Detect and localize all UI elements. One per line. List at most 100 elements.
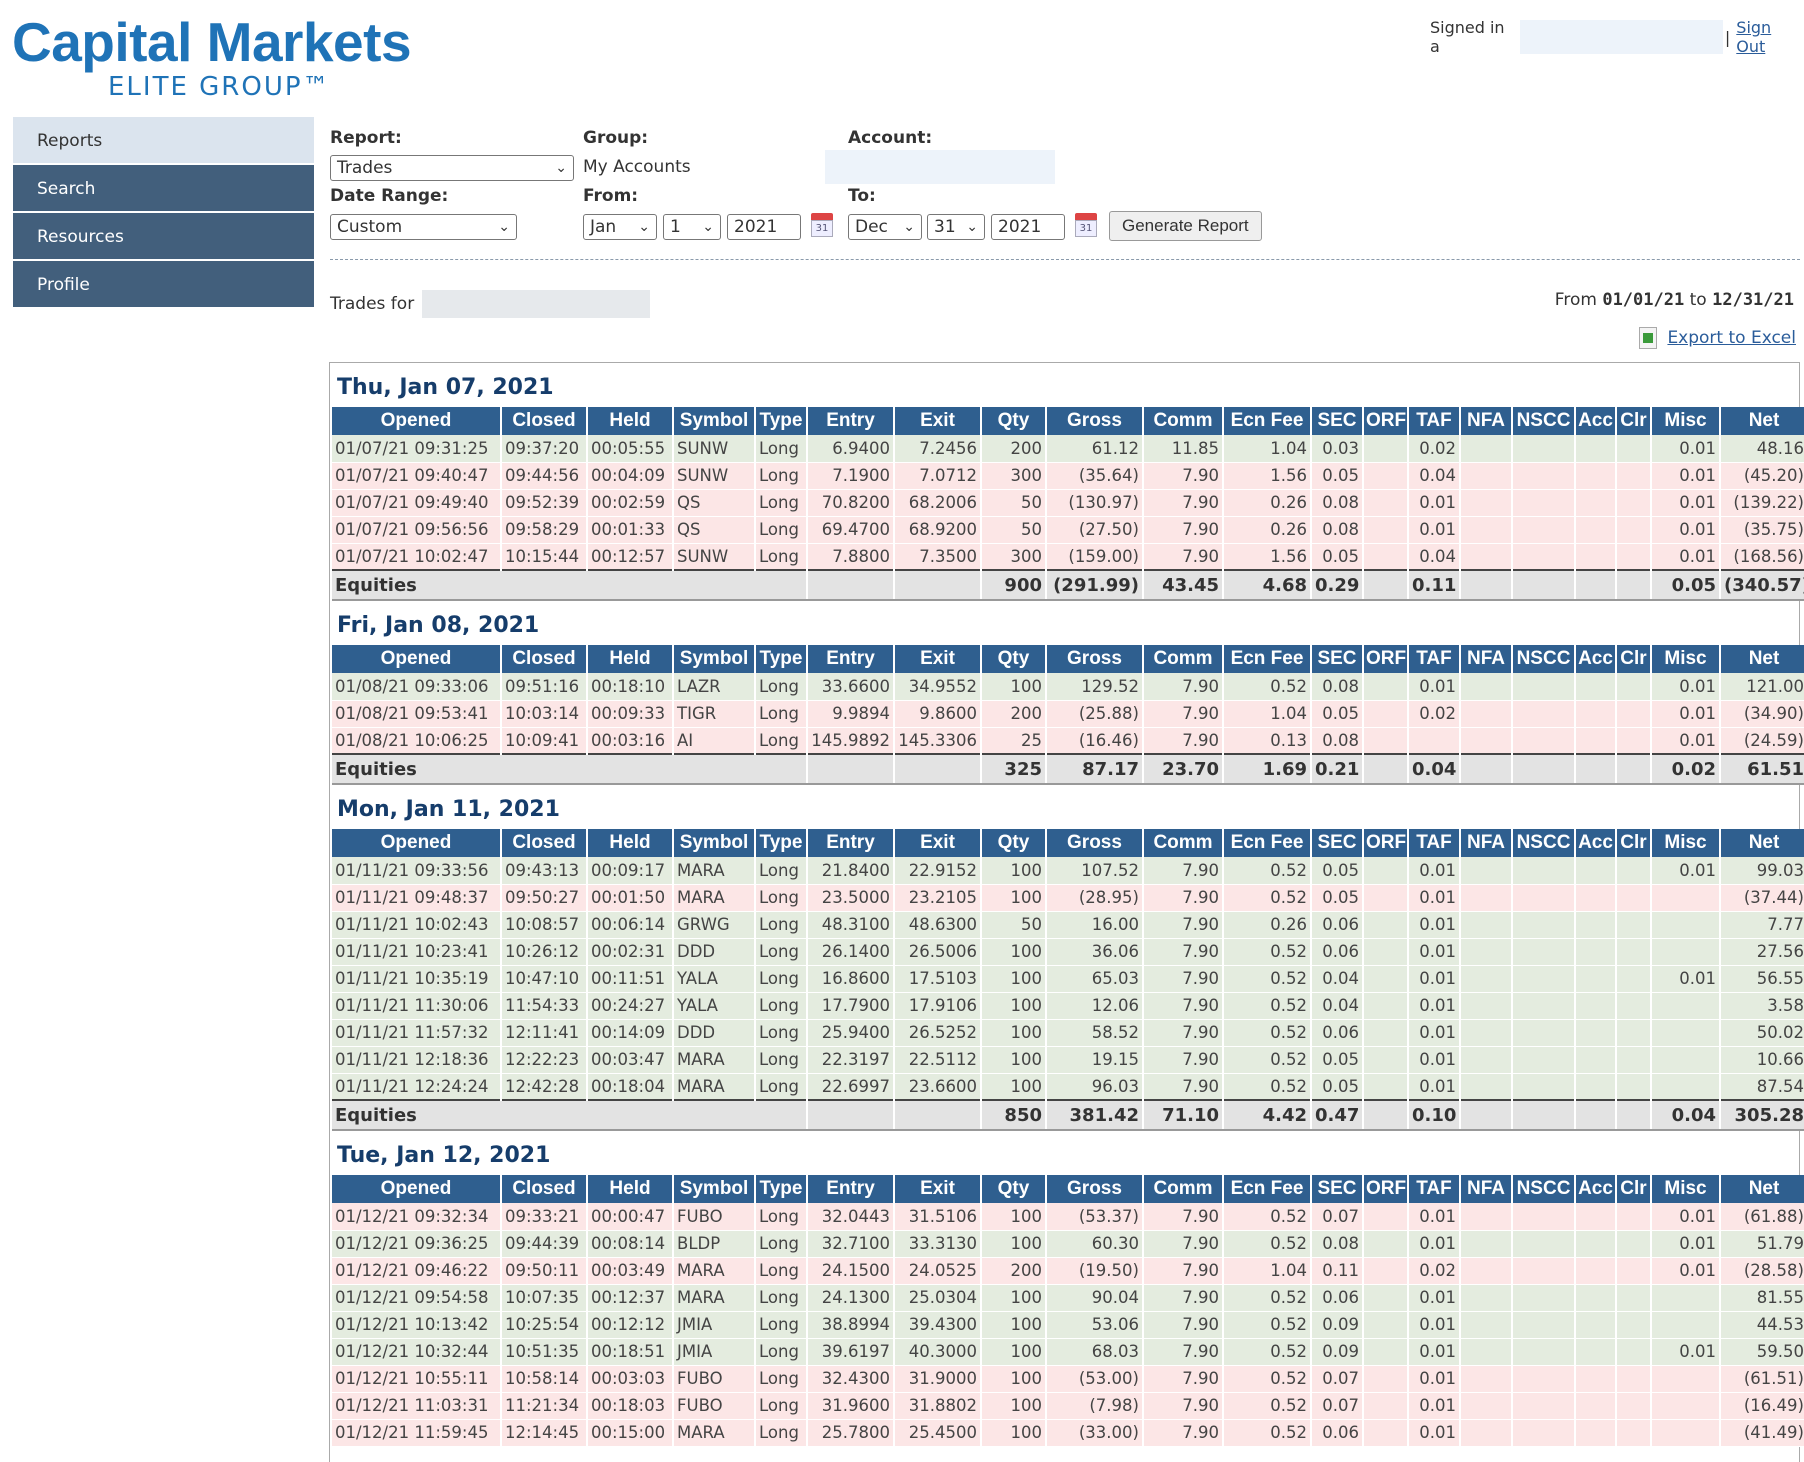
table-row[interactable]: 01/12/21 10:13:42 10:25:54 00:12:12 JMIA Lon… — [332, 1311, 1804, 1339]
table-row[interactable]: 01/07/21 09:31:25 09:37:20 00:05:55 SUNW Lon… — [332, 435, 1804, 463]
sidebar-item-profile[interactable]: Profile — [13, 261, 314, 309]
sidebar-item-reports[interactable]: Reports — [13, 117, 314, 165]
export-to-excel-link[interactable]: Export to Excel — [1667, 328, 1796, 348]
sidebar-item-resources[interactable]: Resources — [13, 213, 314, 261]
column-header[interactable]: TAF — [1408, 645, 1461, 673]
table-row[interactable]: 01/07/21 10:02:47 10:15:44 00:12:57 SUNW Lon… — [332, 543, 1804, 571]
column-header[interactable]: Clr — [1616, 829, 1652, 857]
table-row[interactable]: 01/11/21 12:24:24 12:42:28 00:18:04 MARA Lon… — [332, 1073, 1804, 1101]
column-header[interactable]: Acc — [1575, 829, 1617, 857]
column-header[interactable]: Entry — [807, 1175, 895, 1203]
column-header[interactable]: Held — [587, 645, 674, 673]
table-row[interactable]: 01/07/21 09:40:47 09:44:56 00:04:09 SUNW Lon… — [332, 462, 1804, 490]
column-header[interactable]: Acc — [1575, 1175, 1617, 1203]
table-row[interactable]: 01/11/21 09:33:56 09:43:13 00:09:17 MARA Lon… — [332, 857, 1804, 885]
column-header[interactable]: Qty — [981, 645, 1047, 673]
column-header[interactable]: Symbol — [673, 645, 756, 673]
column-header[interactable]: NFA — [1460, 1175, 1513, 1203]
column-header[interactable]: Opened — [332, 645, 502, 673]
table-row[interactable]: 01/08/21 10:06:25 10:09:41 00:03:16 AI Long 1… — [332, 727, 1804, 755]
column-header[interactable]: Clr — [1616, 1175, 1652, 1203]
column-header[interactable]: Ecn Fee — [1223, 1175, 1312, 1203]
table-row[interactable]: 01/12/21 11:59:45 12:14:45 00:15:00 MARA Lon… — [332, 1419, 1804, 1447]
export-to-excel[interactable]: Export to Excel — [1639, 327, 1796, 349]
column-header[interactable]: Ecn Fee — [1223, 645, 1312, 673]
table-row[interactable]: 01/11/21 11:57:32 12:11:41 00:14:09 DDD Long… — [332, 1019, 1804, 1047]
column-header[interactable]: ORF — [1363, 829, 1409, 857]
column-header[interactable]: Clr — [1616, 645, 1652, 673]
column-header[interactable]: SEC — [1311, 407, 1364, 435]
from-month-select[interactable]: Jan ⌄ — [583, 214, 657, 240]
column-header[interactable]: Closed — [501, 407, 588, 435]
column-header[interactable]: Held — [587, 1175, 674, 1203]
column-header[interactable]: Misc — [1651, 407, 1721, 435]
column-header[interactable]: NFA — [1460, 407, 1513, 435]
table-row[interactable]: 01/11/21 10:02:43 10:08:57 00:06:14 GRWG Lon… — [332, 911, 1804, 939]
column-header[interactable]: ORF — [1363, 407, 1409, 435]
table-row[interactable]: 01/11/21 11:30:06 11:54:33 00:24:27 YALA Lon… — [332, 992, 1804, 1020]
column-header[interactable]: Exit — [894, 407, 982, 435]
column-header[interactable]: TAF — [1408, 407, 1461, 435]
column-header[interactable]: Closed — [501, 1175, 588, 1203]
column-header[interactable]: Net — [1720, 1175, 1804, 1203]
column-header[interactable]: Symbol — [673, 1175, 756, 1203]
table-row[interactable]: 01/12/21 09:32:34 09:33:21 00:00:47 FUBO Lon… — [332, 1203, 1804, 1231]
table-row[interactable]: 01/12/21 09:46:22 09:50:11 00:03:49 MARA Lon… — [332, 1257, 1804, 1285]
from-year-input[interactable] — [727, 214, 801, 240]
column-header[interactable]: Opened — [332, 829, 502, 857]
table-row[interactable]: 01/12/21 10:55:11 10:58:14 00:03:03 FUBO Lon… — [332, 1365, 1804, 1393]
column-header[interactable]: Opened — [332, 407, 502, 435]
from-day-select[interactable]: 1 ⌄ — [663, 214, 721, 240]
column-header[interactable]: NFA — [1460, 829, 1513, 857]
column-header[interactable]: Acc — [1575, 407, 1617, 435]
column-header[interactable]: ORF — [1363, 1175, 1409, 1203]
column-header[interactable]: Type — [755, 407, 808, 435]
column-header[interactable]: Gross — [1046, 1175, 1144, 1203]
to-year-input[interactable] — [991, 214, 1065, 240]
column-header[interactable]: SEC — [1311, 1175, 1364, 1203]
column-header[interactable]: Net — [1720, 829, 1804, 857]
column-header[interactable]: Closed — [501, 645, 588, 673]
column-header[interactable]: Net — [1720, 407, 1804, 435]
column-header[interactable]: NSCC — [1512, 829, 1576, 857]
generate-report-button[interactable]: Generate Report — [1109, 211, 1262, 241]
column-header[interactable]: Misc — [1651, 829, 1721, 857]
column-header[interactable]: Closed — [501, 829, 588, 857]
column-header[interactable]: Qty — [981, 1175, 1047, 1203]
column-header[interactable]: SEC — [1311, 645, 1364, 673]
column-header[interactable]: Gross — [1046, 407, 1144, 435]
column-header[interactable]: Exit — [894, 1175, 982, 1203]
column-header[interactable]: Gross — [1046, 829, 1144, 857]
column-header[interactable]: NSCC — [1512, 645, 1576, 673]
table-row[interactable]: 01/11/21 12:18:36 12:22:23 00:03:47 MARA Lon… — [332, 1046, 1804, 1074]
table-row[interactable]: 01/12/21 10:32:44 10:51:35 00:18:51 JMIA Lon… — [332, 1338, 1804, 1366]
column-header[interactable]: Held — [587, 829, 674, 857]
table-row[interactable]: 01/11/21 10:35:19 10:47:10 00:11:51 YALA Lon… — [332, 965, 1804, 993]
column-header[interactable]: Symbol — [673, 407, 756, 435]
column-header[interactable]: Acc — [1575, 645, 1617, 673]
column-header[interactable]: Opened — [332, 1175, 502, 1203]
column-header[interactable]: Comm — [1143, 645, 1224, 673]
to-month-select[interactable]: Dec ⌄ — [848, 214, 922, 240]
table-row[interactable]: 01/12/21 09:54:58 10:07:35 00:12:37 MARA Lon… — [332, 1284, 1804, 1312]
column-header[interactable]: ORF — [1363, 645, 1409, 673]
calendar-icon[interactable]: 31 — [811, 213, 833, 237]
column-header[interactable]: Symbol — [673, 829, 756, 857]
column-header[interactable]: Qty — [981, 829, 1047, 857]
column-header[interactable]: NSCC — [1512, 407, 1576, 435]
column-header[interactable]: Entry — [807, 407, 895, 435]
column-header[interactable]: Ecn Fee — [1223, 407, 1312, 435]
column-header[interactable]: Ecn Fee — [1223, 829, 1312, 857]
table-row[interactable]: 01/08/21 09:53:41 10:03:14 00:09:33 TIGR Lon… — [332, 700, 1804, 728]
column-header[interactable]: Exit — [894, 829, 982, 857]
table-row[interactable]: 01/12/21 09:36:25 09:44:39 00:08:14 BLDP Lon… — [332, 1230, 1804, 1258]
column-header[interactable]: SEC — [1311, 829, 1364, 857]
table-row[interactable]: 01/11/21 10:23:41 10:26:12 00:02:31 DDD Long… — [332, 938, 1804, 966]
column-header[interactable]: Entry — [807, 829, 895, 857]
table-row[interactable]: 01/07/21 09:49:40 09:52:39 00:02:59 QS Long 7… — [332, 489, 1804, 517]
column-header[interactable]: Type — [755, 829, 808, 857]
column-header[interactable]: Net — [1720, 645, 1804, 673]
table-row[interactable]: 01/07/21 09:56:56 09:58:29 00:01:33 QS Long 6… — [332, 516, 1804, 544]
date-range-select[interactable]: Custom ⌄ — [330, 214, 517, 240]
column-header[interactable]: Comm — [1143, 829, 1224, 857]
